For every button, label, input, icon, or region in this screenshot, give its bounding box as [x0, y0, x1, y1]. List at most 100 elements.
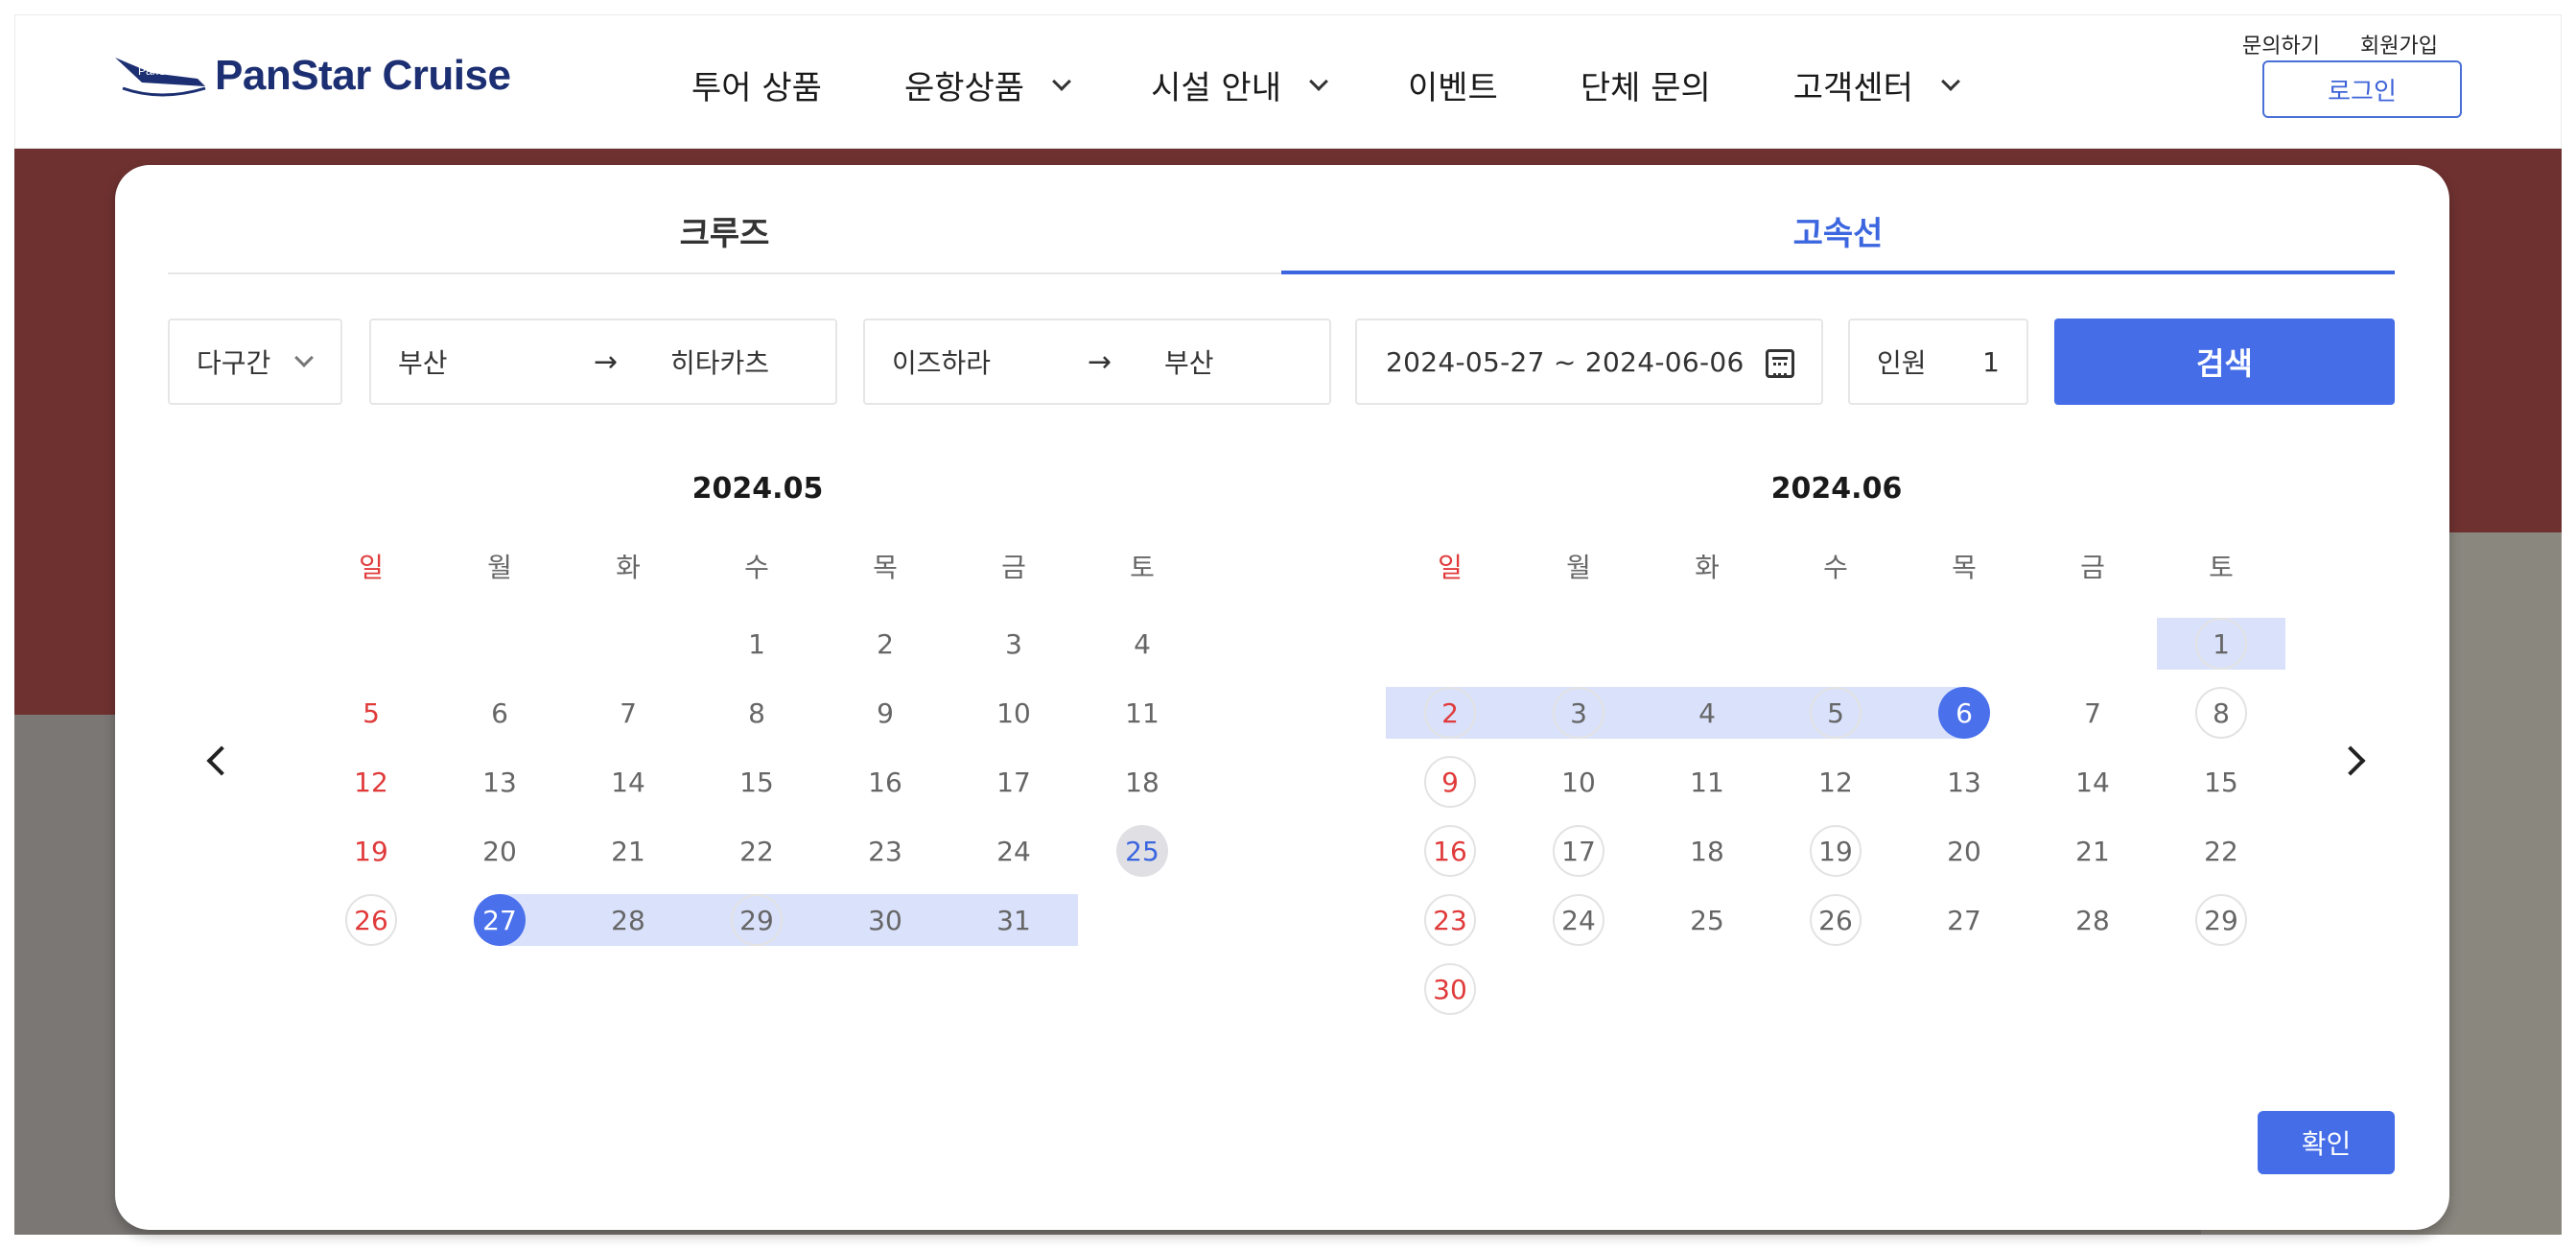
- calendar-day[interactable]: 27: [435, 894, 564, 946]
- calendar-day[interactable]: 29: [692, 894, 821, 946]
- calendar-day[interactable]: 15: [2157, 756, 2285, 808]
- calendar-day[interactable]: 18: [1078, 756, 1206, 808]
- calendar-day[interactable]: 5: [1771, 687, 1900, 739]
- calendar-day[interactable]: 14: [564, 756, 692, 808]
- calendar-day[interactable]: 12: [1771, 756, 1900, 808]
- calendar-day[interactable]: 2: [821, 618, 949, 670]
- people-count: 1: [1982, 345, 2000, 378]
- calendar-day[interactable]: 21: [564, 825, 692, 877]
- nav-group-inquiry[interactable]: 단체 문의: [1581, 61, 1711, 108]
- calendar-day-number: 27: [1947, 904, 1981, 936]
- calendar-day[interactable]: 18: [1643, 825, 1771, 877]
- calendar-day[interactable]: 28: [564, 894, 692, 946]
- calendar-day[interactable]: 8: [2157, 687, 2285, 739]
- calendar-day[interactable]: 8: [692, 687, 821, 739]
- calendar-day[interactable]: 9: [821, 687, 949, 739]
- calendar-day[interactable]: 7: [564, 687, 692, 739]
- tab-cruise[interactable]: 크루즈: [168, 188, 1281, 272]
- calendar-day-number: 5: [363, 696, 380, 729]
- calendar-day[interactable]: 24: [949, 825, 1078, 877]
- calendar-day[interactable]: 24: [1514, 894, 1643, 946]
- login-button[interactable]: 로그인: [2262, 60, 2462, 118]
- weekday-label: 일: [1438, 552, 1463, 583]
- calendar-day[interactable]: 25: [1078, 825, 1206, 877]
- calendar-day-number: 7: [2084, 696, 2101, 729]
- calendar-day[interactable]: 28: [2028, 894, 2157, 946]
- calendar-day[interactable]: 16: [821, 756, 949, 808]
- route-2-field[interactable]: 이즈하라 → 부산: [863, 319, 1331, 405]
- calendar-day[interactable]: 4: [1078, 618, 1206, 670]
- search-button[interactable]: 검색: [2054, 319, 2395, 405]
- calendar-day[interactable]: 26: [1771, 894, 1900, 946]
- weekday-label: 목: [1952, 552, 1977, 583]
- calendar-day[interactable]: 3: [949, 618, 1078, 670]
- weekday-label: 목: [873, 552, 898, 583]
- weekday-label: 토: [1130, 552, 1155, 583]
- calendar-day[interactable]: 30: [1386, 963, 1514, 1015]
- calendar-day[interactable]: 27: [1900, 894, 2028, 946]
- route-2-to: 부산: [1164, 347, 1214, 379]
- confirm-button[interactable]: 확인: [2258, 1111, 2395, 1174]
- chevron-right-icon[interactable]: [2335, 745, 2366, 776]
- calendar-day[interactable]: 21: [2028, 825, 2157, 877]
- calendar-day[interactable]: 25: [1643, 894, 1771, 946]
- nav-tour-products[interactable]: 투어 상품: [691, 61, 822, 108]
- calendar-day[interactable]: 20: [435, 825, 564, 877]
- calendar-day[interactable]: 6: [435, 687, 564, 739]
- calendar-day-number: 1: [748, 627, 765, 660]
- calendar-day[interactable]: 13: [1900, 756, 2028, 808]
- calendar-day[interactable]: 17: [1514, 825, 1643, 877]
- tab-express-ferry[interactable]: 고속선: [1281, 188, 2395, 274]
- calendar-day[interactable]: 13: [435, 756, 564, 808]
- calendar-day[interactable]: 22: [692, 825, 821, 877]
- arrow-right-icon: →: [594, 344, 619, 379]
- nav-events[interactable]: 이벤트: [1408, 61, 1498, 108]
- calendar-day[interactable]: 11: [1078, 687, 1206, 739]
- date-range-field[interactable]: 2024-05-27 ~ 2024-06-06: [1355, 319, 1823, 405]
- nav-sailing-products[interactable]: 운항상품: [904, 61, 1071, 108]
- calendar-day[interactable]: 12: [307, 756, 435, 808]
- calendar-day[interactable]: 16: [1386, 825, 1514, 877]
- nav-customer-center[interactable]: 고객센터: [1793, 61, 1960, 108]
- route-1-field[interactable]: 부산 → 히타카츠: [369, 319, 837, 405]
- weekday-label: 월: [487, 552, 512, 583]
- nav-facilities[interactable]: 시설 안내: [1151, 61, 1328, 108]
- calendar-day[interactable]: 23: [1386, 894, 1514, 946]
- calendar-day[interactable]: 22: [2157, 825, 2285, 877]
- calendar-day[interactable]: 30: [821, 894, 949, 946]
- calendar-day-number: 13: [482, 766, 517, 798]
- calendar-day[interactable]: 20: [1900, 825, 2028, 877]
- calendar-day[interactable]: 19: [1771, 825, 1900, 877]
- chevron-left-icon[interactable]: [206, 745, 237, 776]
- trip-type-select[interactable]: 다구간: [168, 319, 342, 405]
- calendar-day[interactable]: 31: [949, 894, 1078, 946]
- calendar-day[interactable]: 1: [2157, 618, 2285, 670]
- calendar-day[interactable]: 11: [1643, 756, 1771, 808]
- calendar-day[interactable]: 3: [1514, 687, 1643, 739]
- calendar-day[interactable]: 9: [1386, 756, 1514, 808]
- calendar-day[interactable]: 23: [821, 825, 949, 877]
- calendar-day[interactable]: 1: [692, 618, 821, 670]
- calendar-day[interactable]: 26: [307, 894, 435, 946]
- calendar-day[interactable]: 6: [1900, 687, 2028, 739]
- calendar-day[interactable]: 10: [949, 687, 1078, 739]
- calendar-day[interactable]: 15: [692, 756, 821, 808]
- people-field[interactable]: 인원 1: [1848, 319, 2028, 405]
- calendar-day[interactable]: 7: [2028, 687, 2157, 739]
- route-2-from: 이즈하라: [892, 347, 992, 379]
- calendar-day[interactable]: 17: [949, 756, 1078, 808]
- date-range-value: 2024-05-27 ~ 2024-06-06: [1386, 345, 1745, 378]
- calendar-day[interactable]: 19: [307, 825, 435, 877]
- calendar-day-number: 23: [868, 835, 902, 867]
- calendar-day[interactable]: 4: [1643, 687, 1771, 739]
- calendar-day[interactable]: 2: [1386, 687, 1514, 739]
- calendar-icon: [1766, 349, 1794, 378]
- logo[interactable]: PanStar PanStar Cruise: [113, 50, 511, 102]
- signup-link[interactable]: 회원가입: [2360, 29, 2438, 59]
- calendar-day[interactable]: 14: [2028, 756, 2157, 808]
- calendar-day[interactable]: 5: [307, 687, 435, 739]
- inquiry-link[interactable]: 문의하기: [2242, 29, 2320, 59]
- weekday-label: 일: [359, 552, 384, 583]
- calendar-day[interactable]: 10: [1514, 756, 1643, 808]
- calendar-day[interactable]: 29: [2157, 894, 2285, 946]
